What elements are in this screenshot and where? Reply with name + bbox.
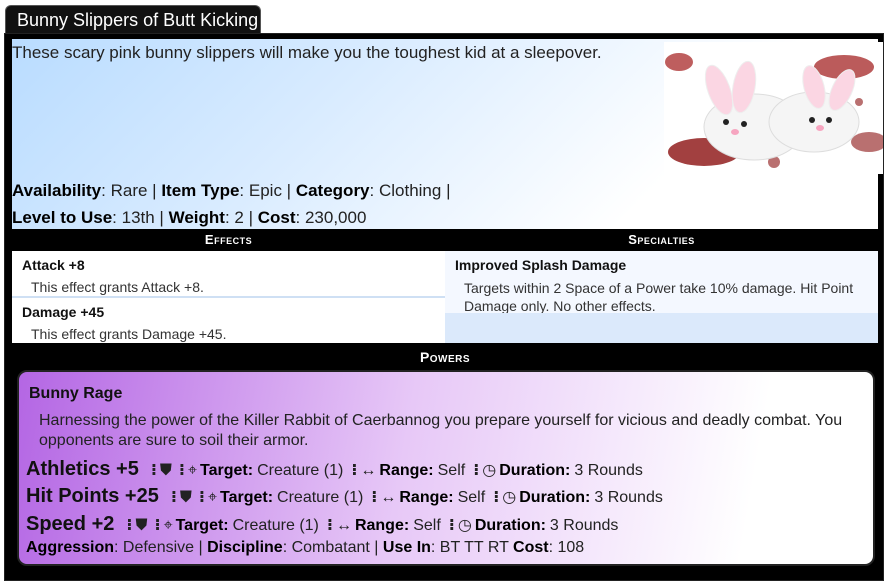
duration-label: Duration: bbox=[519, 489, 591, 506]
item-description: These scary pink bunny slippers will mak… bbox=[12, 43, 602, 62]
power-card: Bunny Rage Harnessing the power of the K… bbox=[17, 370, 875, 566]
item-type-label: Item Type bbox=[161, 181, 240, 200]
target-label: Target: bbox=[220, 489, 274, 506]
shield-icon: ⛊ bbox=[159, 462, 172, 479]
target-value: Creature (1) bbox=[232, 517, 319, 534]
clock-icon: ◷ bbox=[502, 489, 517, 506]
effect-desc: This effect grants Attack +8. bbox=[31, 279, 204, 295]
range-label: Range: bbox=[399, 489, 454, 506]
item-availability-line: Availability: Rare | Item Type: Epic | C… bbox=[12, 181, 451, 200]
power-cost-value: 108 bbox=[557, 539, 585, 556]
stat-name: Athletics +5 bbox=[26, 458, 139, 480]
discipline-label: Discipline bbox=[207, 539, 283, 556]
effect-item: Damage +45 This effect grants Damage +45… bbox=[12, 296, 445, 342]
power-stat-row: Hit Points +25 ⁝ ⛊ ⁝ ⌖ Target: Creature … bbox=[26, 485, 667, 508]
power-stat-row: Athletics +5 ⁝ ⛊ ⁝ ⌖ Target: Creature (1… bbox=[26, 458, 647, 481]
specialty-title: Improved Splash Damage bbox=[455, 257, 627, 273]
crosshair-icon: ⌖ bbox=[188, 462, 198, 479]
item-type-value: Epic bbox=[248, 181, 282, 200]
use-in-label: Use In bbox=[382, 539, 431, 556]
target-label: Target: bbox=[175, 517, 229, 534]
item-summary: These scary pink bunny slippers will mak… bbox=[12, 39, 883, 229]
duration-label: Duration: bbox=[499, 462, 571, 479]
level-label: Level to Use bbox=[12, 208, 113, 227]
category-label: Category bbox=[295, 181, 370, 200]
target-label: Target: bbox=[200, 462, 254, 479]
specialty-desc: Targets within 2 Space of a Power take 1… bbox=[464, 280, 854, 314]
duration-value: 3 Rounds bbox=[549, 517, 619, 534]
item-tab[interactable]: Bunny Slippers of Butt Kicking bbox=[5, 5, 261, 34]
specialties-filler bbox=[445, 313, 878, 343]
item-image bbox=[664, 42, 883, 174]
cost-label: Cost bbox=[257, 208, 296, 227]
availability-value: Rare bbox=[110, 181, 148, 200]
vertical-dots-icon: ⁝ bbox=[371, 489, 377, 506]
crosshair-icon: ⌖ bbox=[163, 517, 173, 534]
clock-icon: ◷ bbox=[482, 462, 497, 479]
power-stat-row: Speed +2 ⁝ ⛊ ⁝ ⌖ Target: Creature (1) ⁝ … bbox=[26, 513, 622, 536]
item-card: These scary pink bunny slippers will mak… bbox=[4, 33, 884, 581]
aggression-value: Defensive bbox=[122, 539, 195, 556]
clock-icon: ◷ bbox=[457, 517, 472, 534]
shield-icon: ⛊ bbox=[135, 517, 148, 534]
weight-value: 2 bbox=[234, 208, 244, 227]
range-value: Self bbox=[413, 517, 441, 534]
power-meta-line: Aggression: Defensive | Discipline: Comb… bbox=[26, 539, 585, 556]
range-value: Self bbox=[437, 462, 466, 479]
weight-label: Weight bbox=[168, 208, 225, 227]
target-value: Creature (1) bbox=[277, 489, 364, 506]
vertical-dots-icon: ⁝ bbox=[448, 517, 455, 534]
effect-item: Attack +8 This effect grants Attack +8. bbox=[12, 251, 445, 296]
item-level-line: Level to Use: 13th | Weight: 2 | Cost: 2… bbox=[12, 208, 367, 227]
duration-label: Duration: bbox=[474, 517, 546, 534]
vertical-dots-icon: ⁝ bbox=[126, 517, 132, 534]
effect-desc: This effect grants Damage +45. bbox=[31, 326, 227, 342]
vertical-dots-icon: ⁝ bbox=[198, 489, 205, 506]
vertical-dots-icon: ⁝ bbox=[326, 517, 333, 534]
vertical-dots-icon: ⁝ bbox=[493, 489, 499, 506]
effects-list: Attack +8 This effect grants Attack +8. … bbox=[12, 251, 445, 343]
bunny-slippers-image bbox=[664, 42, 883, 174]
availability-label: Availability bbox=[12, 181, 102, 200]
vertical-dots-icon: ⁝ bbox=[150, 462, 157, 479]
power-cost-label: Cost bbox=[513, 539, 549, 556]
range-value: Self bbox=[457, 489, 486, 506]
arrows-icon: ↔ bbox=[360, 462, 377, 479]
crosshair-icon: ⌖ bbox=[207, 489, 217, 506]
aggression-label: Aggression bbox=[26, 539, 115, 556]
vertical-dots-icon: ⁝ bbox=[154, 517, 160, 534]
category-value: Clothing bbox=[378, 181, 442, 200]
effects-header: Effects bbox=[12, 229, 445, 251]
discipline-value: Combatant bbox=[291, 539, 370, 556]
effect-title: Damage +45 bbox=[22, 304, 105, 320]
shield-icon: ⛊ bbox=[179, 489, 192, 506]
duration-value: 3 Rounds bbox=[594, 489, 663, 506]
specialties-header: Specialties bbox=[445, 229, 878, 251]
stat-name: Speed +2 bbox=[26, 513, 115, 535]
effect-title: Attack +8 bbox=[22, 257, 85, 273]
vertical-dots-icon: ⁝ bbox=[473, 462, 479, 479]
powers-header: Powers bbox=[12, 345, 878, 369]
arrows-icon: ↔ bbox=[380, 489, 397, 506]
stat-name: Hit Points +25 bbox=[26, 485, 159, 507]
duration-value: 3 Rounds bbox=[574, 462, 643, 479]
power-description: Harnessing the power of the Killer Rabbi… bbox=[39, 412, 843, 449]
level-value: 13th bbox=[121, 208, 155, 227]
vertical-dots-icon: ⁝ bbox=[170, 489, 177, 506]
target-value: Creature (1) bbox=[257, 462, 344, 479]
arrows-icon: ↔ bbox=[335, 517, 352, 534]
vertical-dots-icon: ⁝ bbox=[351, 462, 357, 479]
specialties-list: Improved Splash Damage Targets within 2 … bbox=[445, 251, 878, 314]
vertical-dots-icon: ⁝ bbox=[178, 462, 185, 479]
power-name: Bunny Rage bbox=[29, 385, 123, 402]
cost-value: 230,000 bbox=[304, 208, 367, 227]
range-label: Range: bbox=[379, 462, 434, 479]
range-label: Range: bbox=[354, 517, 410, 534]
use-in-value: BT TT RT bbox=[439, 539, 509, 556]
